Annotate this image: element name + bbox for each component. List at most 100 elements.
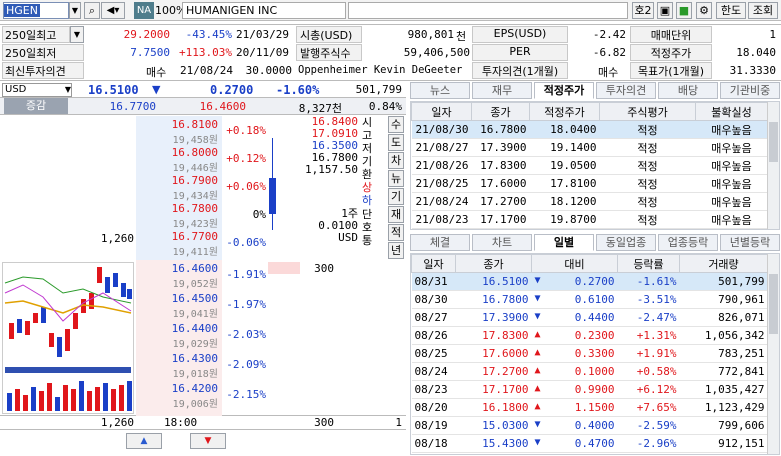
label-ho: 호 (361, 221, 373, 234)
scroll-up-button[interactable]: ▲ (126, 433, 162, 449)
daily-date: 08/18 (411, 434, 456, 453)
val-date: 21/08/23 (411, 210, 472, 229)
val-fair: 18.1200 (529, 192, 600, 211)
mini-candle (25, 321, 30, 335)
tab-opinion[interactable]: 투자의견 (596, 82, 656, 99)
blank-field[interactable] (348, 2, 628, 19)
period-dropdown-button[interactable]: ▼ (70, 26, 84, 43)
tab-fair-price[interactable]: 적정주가 (534, 82, 594, 99)
low-value: 7.7500 (130, 46, 170, 59)
hoga-button[interactable]: 호2 (632, 2, 654, 19)
speaker-icon[interactable]: ◀▾ (101, 2, 125, 19)
high-date: 21/03/29 (236, 28, 289, 41)
valuation-row[interactable]: 21/08/26 17.8300 19.0500 적정 매우높음 (411, 156, 768, 175)
valuation-row[interactable]: 21/08/24 17.2700 18.1200 적정 매우높음 (411, 192, 768, 211)
daily-row[interactable]: 08/27 17.3900 ▼ 0.4400 -2.47% 826,071 (411, 308, 768, 327)
shares-value: 59,406,500 (403, 46, 470, 59)
mini-chart-svg (4, 267, 132, 411)
daily-row[interactable]: 08/18 15.4300 ▼ 0.4700 -2.96% 912,151 (411, 434, 768, 453)
side-btn-news[interactable]: 뉴 (388, 170, 404, 187)
ask-price: 16.8100 (171, 118, 218, 131)
ask-row[interactable]: 16.7900 19,434원 +0.06% (0, 174, 405, 202)
col-change: 대비 (531, 254, 618, 273)
code-dropdown-button[interactable]: ▼ (69, 2, 81, 19)
col-eval: 주식평가 (599, 102, 696, 121)
tab-dividend[interactable]: 배당 (658, 82, 718, 99)
bid-rate: -1.91% (226, 268, 266, 281)
mini-candle (97, 267, 102, 283)
side-btn-su[interactable]: 수 (388, 116, 404, 133)
tab-daily[interactable]: 일별 (534, 234, 594, 251)
daily-row[interactable]: 08/23 17.1700 ▲ 0.9900 +6.12% 1,035,427 (411, 380, 768, 399)
val-uncertainty: 매우높음 (695, 120, 768, 139)
up-arrow-icon: ▲ (534, 347, 541, 358)
daily-change: 0.4700 (574, 437, 615, 450)
tab-yearly[interactable]: 년별등락 (720, 234, 780, 251)
side-btn-jae[interactable]: 재 (388, 206, 404, 223)
col-rate: 등락률 (617, 254, 680, 273)
tab-institution[interactable]: 기관비중 (720, 82, 780, 99)
val-fair: 19.0500 (529, 156, 600, 175)
tab-news[interactable]: 뉴스 (410, 82, 470, 99)
dropdown-arrow-icon: ▼ (64, 85, 71, 94)
val-date: 21/08/27 (411, 138, 472, 157)
tab-trades[interactable]: 체결 (410, 234, 470, 251)
ask-price: 16.7700 (171, 230, 218, 243)
currency-select[interactable]: USD ▼ (2, 83, 72, 97)
mini-volume-bar (111, 389, 116, 411)
valuation-row[interactable]: 21/08/27 17.3900 19.1400 적정 매우높음 (411, 138, 768, 157)
daily-row[interactable]: 08/30 16.7800 ▼ 0.6100 -3.51% 790,961 (411, 290, 768, 309)
daily-row[interactable]: 08/1715.9000▼0.0600-0.38%1,047,364 (411, 452, 768, 454)
scroll-thumb[interactable] (769, 274, 778, 334)
ask-won: 19,423원 (172, 219, 218, 230)
gear-icon[interactable]: ⚙ (696, 2, 712, 19)
daily-rate: +6.12% (617, 380, 680, 399)
daily-row[interactable]: 08/26 17.8300 ▲ 0.2300 +1.31% 1,056,342 (411, 326, 768, 345)
mini-candle (65, 329, 70, 351)
valuation-row[interactable]: 21/08/30 16.7800 18.0400 적정 매우높음 (411, 120, 768, 139)
val-date: 21/08/26 (411, 156, 472, 175)
valuation-row[interactable]: 21/08/23 17.1700 19.8700 적정 매우높음 (411, 210, 768, 229)
bid-sum: 300 (314, 416, 334, 429)
side-btn-jeok[interactable]: 적 (388, 224, 404, 241)
tab-chart[interactable]: 차트 (472, 234, 532, 251)
valuation-scrollbar[interactable] (767, 102, 779, 229)
green-window-icon[interactable]: ■ (676, 2, 692, 19)
daily-rate: -2.59% (617, 416, 680, 435)
scroll-thumb[interactable] (769, 122, 778, 162)
search-icon[interactable]: ⌕ (84, 2, 100, 19)
order-book: 16.8100 19,458원 +0.18% 16.8000 19,446원 +0.12%… (0, 116, 406, 416)
mini-volume-bar (7, 393, 12, 411)
col-day-close: 종가 (455, 254, 532, 273)
side-btn-cha[interactable]: 차 (388, 152, 404, 169)
bid-won: 19,041원 (172, 309, 218, 320)
limit-button[interactable]: 한도 (716, 2, 746, 19)
daily-row[interactable]: 08/20 16.1800 ▲ 1.1500 +7.65% 1,123,429 (411, 398, 768, 417)
daily-row[interactable]: 08/24 17.2700 ▲ 0.1000 +0.58% 772,841 (411, 362, 768, 381)
tab-sector-rank[interactable]: 업종등락 (658, 234, 718, 251)
mini-volume-bar (63, 385, 68, 411)
daily-scrollbar[interactable] (767, 254, 779, 454)
side-btn-do[interactable]: 도 (388, 134, 404, 151)
ask-rate: +0.18% (226, 124, 266, 137)
candle-body (269, 178, 276, 214)
per-value: -6.82 (592, 46, 626, 59)
side-btn-gi[interactable]: 기 (388, 188, 404, 205)
ask-won: 19,411원 (172, 247, 218, 258)
side-btn-nyeon[interactable]: 년 (388, 242, 404, 259)
search-button[interactable]: 조회 (748, 2, 778, 19)
chart-scroll[interactable] (5, 367, 131, 373)
window-icon[interactable]: ▣ (657, 2, 673, 19)
daily-change-cell: ▼ 0.4700 (531, 434, 618, 453)
bid-rate: -2.03% (226, 328, 266, 341)
daily-change: 0.2300 (574, 329, 615, 342)
daily-row[interactable]: 08/19 15.0300 ▼ 0.4000 -2.59% 799,606 (411, 416, 768, 435)
scroll-down-button[interactable]: ▼ (190, 433, 226, 449)
daily-row[interactable]: 08/25 17.6000 ▲ 0.3300 +1.91% 783,251 (411, 344, 768, 363)
daily-row[interactable]: 08/31 16.5100 ▼ 0.2700 -1.61% 501,799 (411, 272, 768, 291)
stock-code-input[interactable]: HGEN (3, 2, 69, 19)
tab-finance[interactable]: 재무 (472, 82, 532, 99)
tab-same-sector[interactable]: 동일업종 (596, 234, 656, 251)
valuation-row[interactable]: 21/08/25 17.6000 17.8100 적정 매우높음 (411, 174, 768, 193)
mini-volume-bar (79, 381, 84, 411)
